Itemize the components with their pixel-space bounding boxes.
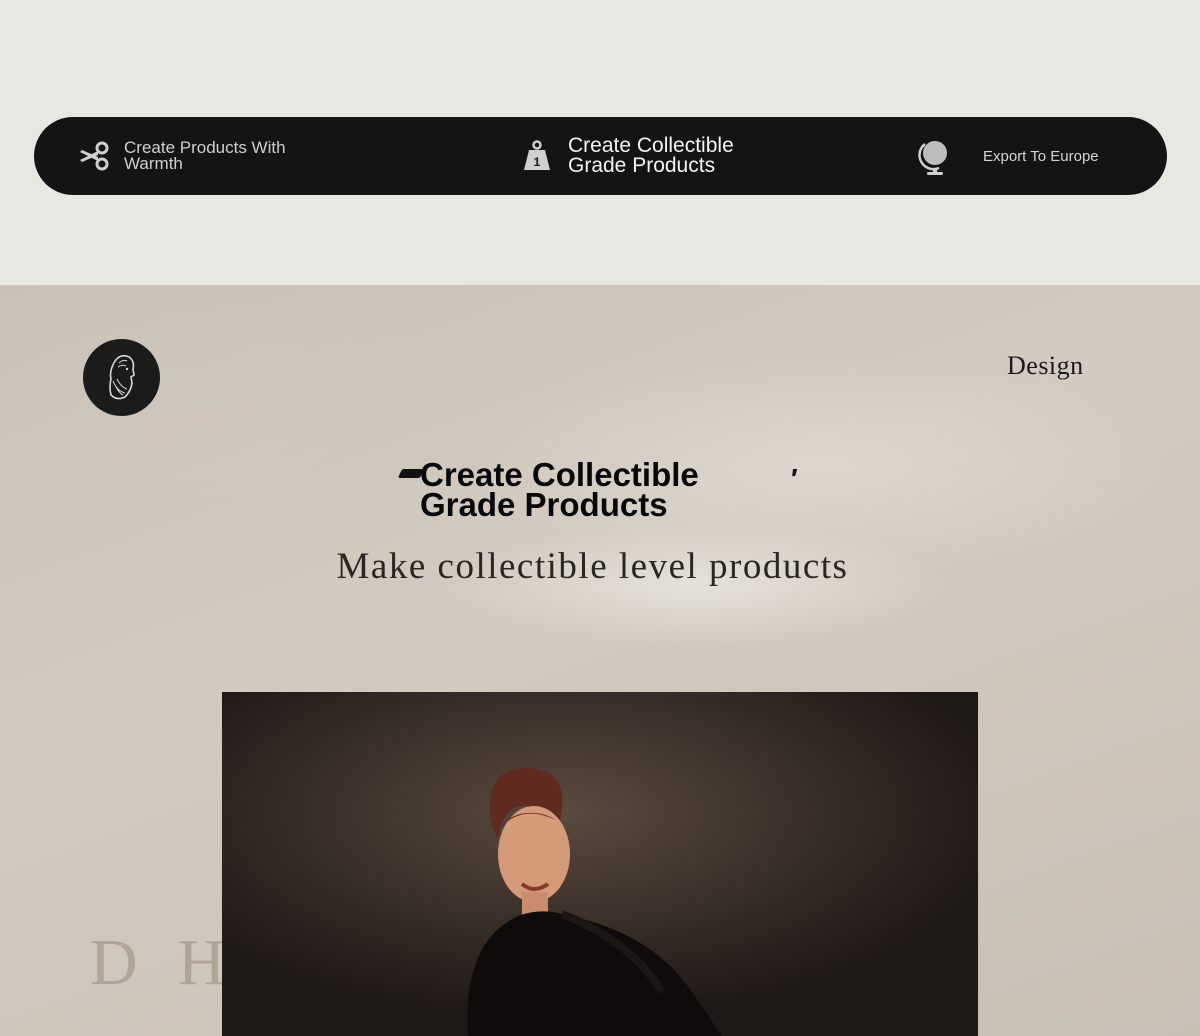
- hero-title: Create Collectible Grade Products: [420, 456, 699, 523]
- feature-bar: Create Products With Warmth 1 Create Col…: [34, 117, 1167, 195]
- feature-label: Create Collectible Grade Products: [568, 134, 734, 177]
- brand-logo[interactable]: [83, 339, 160, 416]
- feature-collectible: 1 Create Collectible Grade Products: [520, 117, 768, 195]
- nav-link-design[interactable]: Design: [1007, 351, 1084, 381]
- feature-export: Export To Europe: [914, 117, 1099, 195]
- weight-icon: 1: [520, 139, 554, 173]
- weight-number: 1: [534, 155, 541, 169]
- decorative-tick: ′: [791, 463, 798, 494]
- top-band: Create Products With Warmth 1 Create Col…: [0, 0, 1200, 285]
- hero-section: Design Create Collectible Grade Products…: [0, 285, 1200, 1036]
- feature-label: Export To Europe: [983, 147, 1099, 165]
- feature-warmth: Create Products With Warmth: [76, 117, 324, 195]
- hero-photo: [222, 692, 978, 1036]
- scissors-icon: [76, 138, 112, 174]
- hero-subtitle: Make collectible level products: [336, 546, 849, 587]
- globe-icon: [914, 136, 954, 176]
- bearded-face-icon: [108, 354, 135, 399]
- woman-photo: [222, 692, 978, 1036]
- feature-label: Create Products With Warmth: [124, 138, 286, 173]
